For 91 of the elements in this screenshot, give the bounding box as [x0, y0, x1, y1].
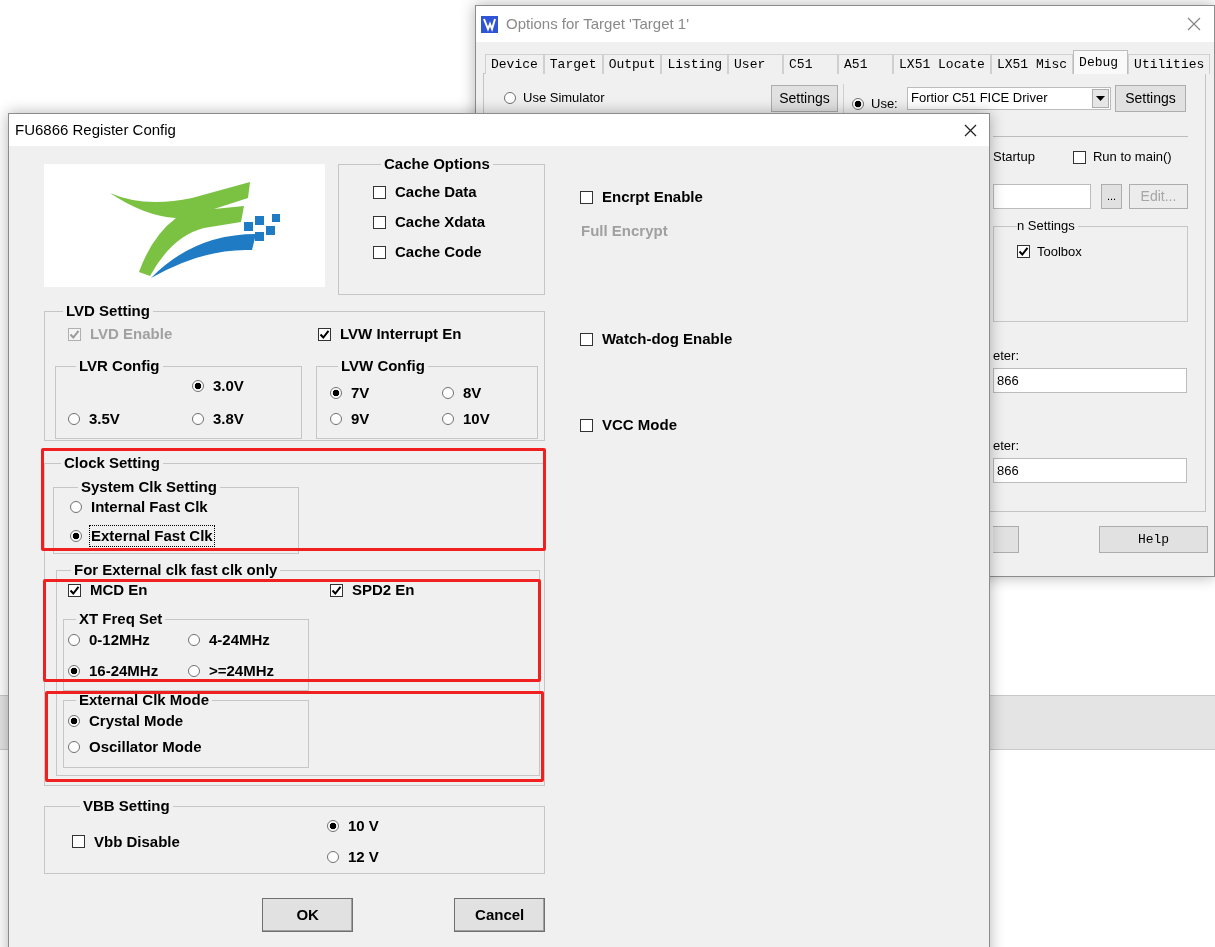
radio-icon[interactable] — [330, 387, 342, 399]
help-button[interactable]: Help — [1099, 526, 1208, 553]
group-title: VBB Setting — [82, 798, 171, 814]
group-title: External Clk Mode — [78, 692, 211, 708]
checkmark-icon — [331, 584, 342, 596]
group-title: LVD Setting — [65, 303, 151, 319]
spd2-checkbox[interactable]: SPD2 En — [330, 581, 539, 599]
frequency-radio[interactable]: 16-24MHz — [68, 662, 188, 680]
group-title: n Settings — [1017, 218, 1076, 234]
clock-source-radio[interactable]: External Fast Clk — [70, 527, 298, 545]
vcc-mode-checkbox[interactable]: VCC Mode — [580, 416, 677, 434]
cancel-button[interactable]: Cancel — [454, 898, 545, 932]
full-encrypt-label: Full Encrypt — [581, 222, 668, 240]
settings-button[interactable]: Settings — [771, 84, 838, 112]
field-label: eter: — [993, 438, 1019, 454]
radio-icon[interactable] — [188, 665, 200, 677]
driver-radio[interactable]: Use: — [852, 95, 907, 113]
frequency-radio[interactable]: >=24MHz — [188, 662, 308, 680]
radio-icon[interactable] — [192, 380, 204, 392]
radio-icon[interactable] — [70, 501, 82, 513]
close-icon[interactable] — [964, 123, 977, 137]
radio-icon[interactable] — [442, 413, 454, 425]
radio-icon[interactable] — [327, 851, 339, 863]
radio-icon[interactable] — [504, 92, 516, 104]
radio-icon[interactable] — [442, 387, 454, 399]
tab[interactable]: Target — [543, 54, 603, 74]
tab[interactable]: A51 — [838, 54, 894, 74]
parameter-field[interactable]: 866 — [993, 458, 1187, 483]
browse-button[interactable]: ... — [1101, 184, 1122, 209]
group-title: For External clk fast clk only — [73, 562, 279, 578]
simulator-radio[interactable]: Use Simulator — [504, 89, 771, 107]
parameter-field[interactable]: 866 — [993, 368, 1187, 393]
checkmark-icon — [319, 328, 330, 340]
frequency-radio[interactable]: 4-24MHz — [188, 631, 308, 649]
voltage-radio[interactable]: 10 V — [327, 817, 544, 835]
voltage-radio[interactable]: 12 V — [327, 848, 544, 866]
tab[interactable]: Listing — [661, 54, 729, 74]
tab[interactable]: Debug — [1073, 50, 1129, 74]
run-to-main-checkbox[interactable]: Run to main() — [1072, 148, 1172, 166]
group-title: XT Freq Set — [78, 611, 164, 627]
group-title: System Clk Setting — [80, 479, 218, 495]
settings-button[interactable]: Settings — [1115, 84, 1186, 112]
checkmark-icon — [69, 584, 80, 596]
driver-dropdown[interactable]: Fortior C51 FICE Driver — [907, 86, 1111, 110]
voltage-radio[interactable]: 7V — [330, 384, 442, 402]
group-title: Cache Options — [383, 156, 491, 172]
encrypt-checkbox[interactable]: Encrpt Enable — [580, 188, 703, 206]
radio-icon[interactable] — [68, 634, 80, 646]
tab[interactable]: User — [728, 54, 784, 74]
group-title: LVR Config — [78, 358, 161, 374]
voltage-radio[interactable]: 10V — [442, 410, 537, 428]
radio-icon[interactable] — [68, 665, 80, 677]
radio-icon[interactable] — [192, 413, 204, 425]
mcd-checkbox[interactable]: MCD En — [68, 581, 330, 599]
cache-checkbox[interactable]: Cache Code — [373, 243, 544, 261]
voltage-radio[interactable]: 9V — [330, 410, 442, 428]
tab[interactable]: LX51 Locate — [893, 54, 991, 74]
option-label: Startup — [993, 149, 1035, 165]
radio-icon[interactable] — [70, 530, 82, 542]
lvw-interrupt-checkbox[interactable]: LVW Interrupt En — [318, 325, 544, 343]
checkmark-icon — [1018, 246, 1029, 257]
ok-button[interactable]: OK — [262, 898, 354, 932]
radio-icon[interactable] — [68, 413, 80, 425]
toolbox-checkbox[interactable]: Toolbox — [1017, 242, 1082, 261]
tab[interactable]: Device — [485, 54, 544, 74]
cache-checkbox[interactable]: Cache Data — [373, 183, 544, 201]
group-title: LVW Config — [340, 358, 426, 374]
file-field[interactable] — [993, 184, 1091, 209]
voltage-radio[interactable]: 3.8V — [192, 410, 301, 428]
cache-checkbox[interactable]: Cache Xdata — [373, 213, 544, 231]
voltage-radio[interactable]: 3.5V — [68, 410, 192, 428]
window-title: FU6866 Register Config — [15, 119, 176, 140]
tab[interactable]: Output — [602, 54, 662, 74]
checkmark-icon — [69, 328, 80, 340]
watchdog-checkbox[interactable]: Watch-dog Enable — [580, 330, 733, 348]
app-icon — [481, 15, 498, 33]
tab[interactable]: C51 — [783, 54, 839, 74]
tab[interactable]: LX51 Misc — [990, 54, 1074, 74]
clock-source-radio[interactable]: Internal Fast Clk — [70, 498, 298, 516]
field-label: eter: — [993, 348, 1019, 364]
tab[interactable]: Utilities — [1128, 54, 1211, 74]
window-title: Options for Target 'Target 1' — [506, 13, 690, 34]
voltage-radio[interactable]: 3.0V — [192, 377, 301, 395]
radio-icon[interactable] — [188, 634, 200, 646]
frequency-radio[interactable]: 0-12MHz — [68, 631, 188, 649]
voltage-radio[interactable]: 8V — [442, 384, 537, 402]
group-title: Clock Setting — [63, 455, 161, 471]
radio-icon[interactable] — [330, 413, 342, 425]
radio-icon[interactable] — [852, 98, 864, 110]
vbb-disable-checkbox[interactable]: Vbb Disable — [72, 832, 327, 851]
radio-icon[interactable] — [327, 820, 339, 832]
